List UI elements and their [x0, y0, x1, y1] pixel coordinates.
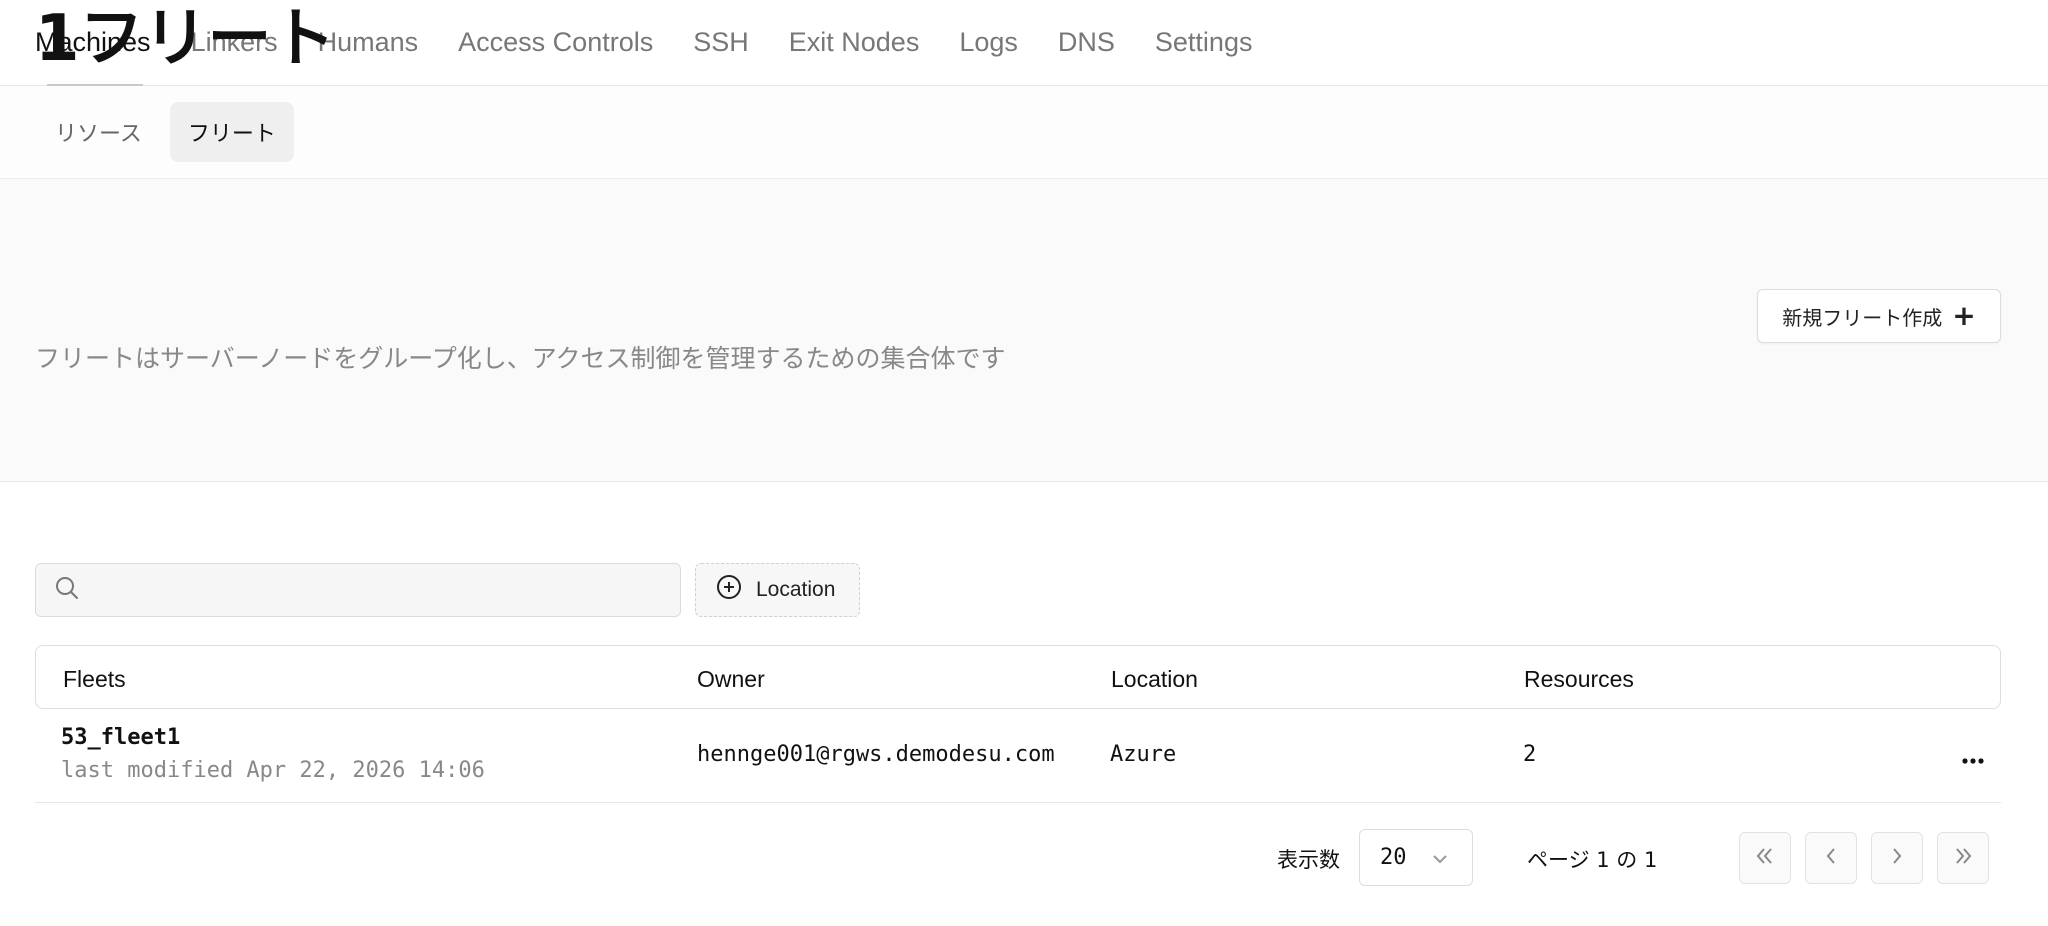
page-size-select[interactable]: 20	[1359, 829, 1473, 886]
chevron-right-icon	[1889, 846, 1905, 871]
last-page-button[interactable]	[1937, 832, 1989, 884]
page-title: 1フリート	[35, 2, 336, 76]
previous-page-button[interactable]	[1805, 832, 1857, 884]
tab-access-controls[interactable]: Access Controls	[458, 27, 653, 58]
location-filter-label: Location	[756, 578, 836, 601]
plus-circle-icon	[716, 574, 742, 606]
chevrons-right-icon	[1952, 846, 1974, 871]
tab-dns[interactable]: DNS	[1058, 27, 1115, 58]
plus-icon: +	[1952, 299, 1976, 332]
tab-settings[interactable]: Settings	[1155, 27, 1253, 58]
create-fleet-button[interactable]: 新規フリート作成 +	[1757, 289, 2001, 343]
subtab-fleets[interactable]: フリート	[169, 102, 294, 162]
row-actions-button[interactable]	[1948, 741, 1998, 771]
page-description: フリートはサーバーノードをグループ化し、アクセス制御を管理するための集合体です	[35, 344, 1006, 373]
sub-tabs: リソース フリート	[0, 86, 2048, 179]
search-field[interactable]	[35, 563, 681, 617]
column-header-fleets[interactable]: Fleets	[63, 666, 126, 693]
page-info: ページ 1 の 1	[1527, 848, 1658, 872]
active-tab-indicator	[47, 84, 143, 86]
tab-logs[interactable]: Logs	[959, 27, 1018, 58]
column-header-owner[interactable]: Owner	[697, 666, 765, 693]
location-filter-button[interactable]: Location	[695, 563, 860, 617]
search-icon	[54, 575, 80, 606]
page-size-value: 20	[1380, 845, 1407, 870]
column-header-resources[interactable]: Resources	[1524, 666, 1634, 693]
first-page-button[interactable]	[1739, 832, 1791, 884]
table-header: Fleets Owner Location Resources	[35, 645, 2001, 709]
table-row[interactable]: 53_fleet1 last modified Apr 22, 2026 14:…	[35, 712, 2001, 803]
tab-exit-nodes[interactable]: Exit Nodes	[789, 27, 920, 58]
chevrons-left-icon	[1754, 846, 1776, 871]
fleet-resources: 2	[1523, 742, 1537, 767]
create-fleet-label: 新規フリート作成	[1782, 305, 1943, 330]
more-horizontal-icon	[1961, 741, 1985, 772]
fleet-name[interactable]: 53_fleet1	[61, 725, 180, 750]
subtab-resources[interactable]: リソース	[37, 102, 160, 162]
page-header: 1フリート フリートはサーバーノードをグループ化し、アクセス制御を管理するための…	[0, 7, 2048, 482]
search-input[interactable]	[92, 577, 656, 603]
page-size-label: 表示数	[1277, 848, 1340, 872]
chevron-left-icon	[1823, 846, 1839, 871]
tab-ssh[interactable]: SSH	[693, 27, 749, 58]
chevron-down-icon	[1431, 845, 1449, 871]
fleet-location: Azure	[1110, 742, 1177, 767]
next-page-button[interactable]	[1871, 832, 1923, 884]
fleet-owner: hennge001@rgws.demodesu.com	[697, 742, 1055, 767]
fleet-last-modified: last modified Apr 22, 2026 14:06	[61, 758, 485, 783]
column-header-location[interactable]: Location	[1111, 666, 1198, 693]
